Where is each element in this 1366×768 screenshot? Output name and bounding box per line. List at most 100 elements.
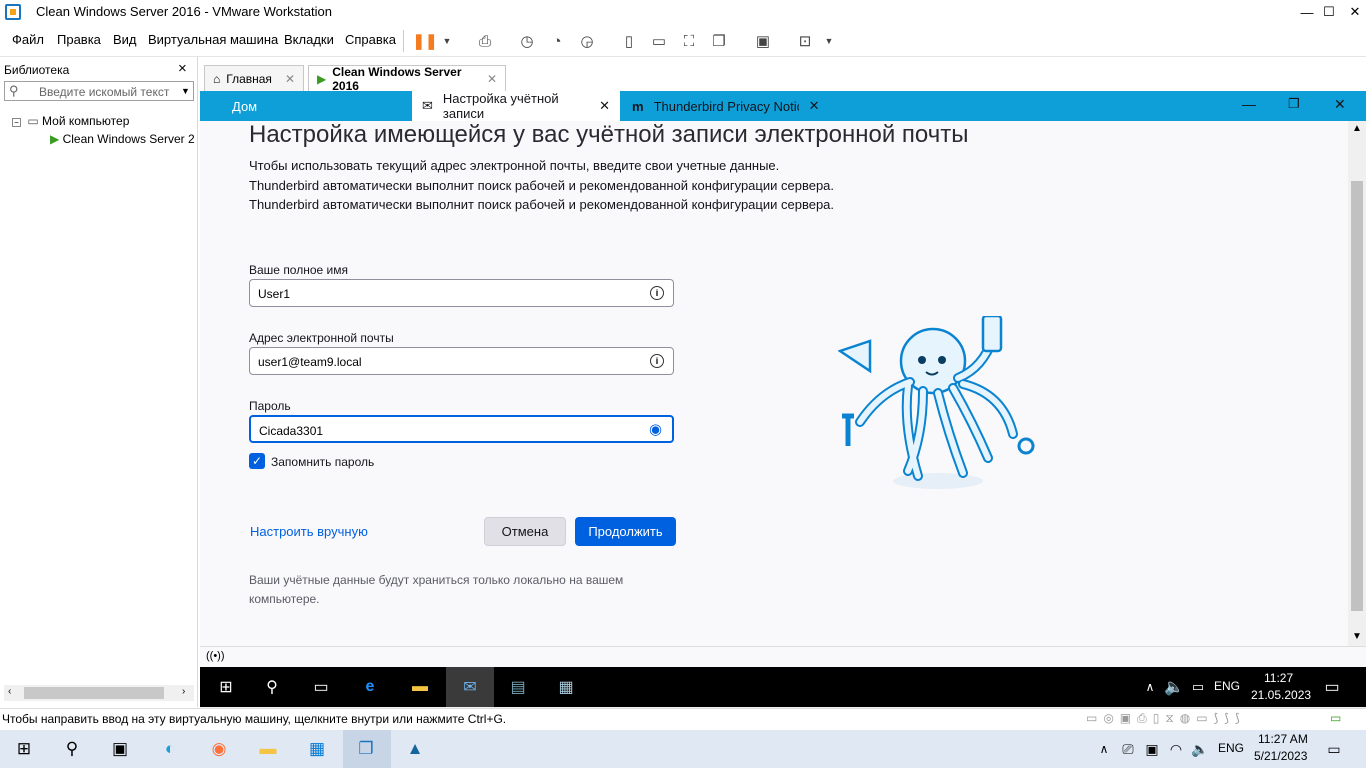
- chevron-down-icon[interactable]: ▼: [818, 30, 840, 52]
- scroll-thumb[interactable]: [24, 687, 164, 699]
- stretch-icon[interactable]: ⊡: [794, 30, 816, 52]
- email-field[interactable]: user1@team9.local i: [249, 347, 674, 375]
- scroll-left-icon[interactable]: ‹: [8, 686, 11, 697]
- firefox-icon[interactable]: ◉: [207, 737, 231, 761]
- guest-lang[interactable]: ENG: [1214, 679, 1240, 693]
- chevron-up-icon[interactable]: ∧: [1092, 737, 1116, 761]
- name-field[interactable]: User1 i: [249, 279, 674, 307]
- device-icons[interactable]: ▭◎▣⎙▯⧖◍▭⟆⟆⟆: [1086, 711, 1246, 726]
- photos-icon[interactable]: ▲: [403, 737, 427, 761]
- minimize-button[interactable]: —: [1242, 96, 1256, 112]
- scroll-thumb[interactable]: [1351, 181, 1363, 611]
- revert-snapshot-icon[interactable]: ◔: [546, 30, 568, 52]
- tree-vm-item[interactable]: ▶ Clean Windows Server 2: [50, 132, 195, 146]
- server-manager-icon[interactable]: ▤: [506, 675, 530, 699]
- continue-button[interactable]: Продолжить: [575, 517, 676, 546]
- explorer-icon[interactable]: ▬: [256, 737, 280, 761]
- menu-help[interactable]: Справка: [345, 32, 396, 47]
- task-view-icon[interactable]: ▭: [309, 675, 333, 699]
- host-date[interactable]: 5/21/2023: [1254, 749, 1307, 763]
- tab-account-setup[interactable]: ✉ Настройка учётной записи ✕: [412, 91, 620, 121]
- scroll-right-icon[interactable]: ›: [182, 686, 185, 697]
- name-label: Ваше полное имя: [249, 263, 348, 277]
- store-icon[interactable]: ▦: [305, 737, 329, 761]
- volume-icon[interactable]: 🔈: [1188, 737, 1212, 761]
- title-bar: Clean Windows Server 2016 - VMware Works…: [0, 0, 1366, 24]
- close-icon[interactable]: ✕: [487, 72, 497, 86]
- volume-icon[interactable]: 🔈: [1162, 675, 1186, 699]
- restore-button[interactable]: ❐: [1288, 96, 1300, 112]
- remember-checkbox[interactable]: ✓: [249, 453, 265, 469]
- start-icon[interactable]: ⊞: [12, 737, 36, 761]
- scroll-down-icon[interactable]: ▼: [1352, 631, 1362, 642]
- device-icon[interactable]: ⎚: [1116, 737, 1140, 761]
- close-button[interactable]: ✕: [1340, 0, 1366, 24]
- send-ctrl-alt-del-icon[interactable]: ⎙: [474, 30, 496, 52]
- ie-icon[interactable]: e: [358, 675, 382, 699]
- footer-text: Ваши учётные данные будут храниться толь…: [249, 573, 624, 587]
- eye-icon[interactable]: ◉: [649, 420, 662, 438]
- menu-view[interactable]: Вид: [113, 32, 137, 47]
- tool-icon[interactable]: ▦: [554, 675, 578, 699]
- host-taskbar: ⊞ ⚲ ▣ ◐ ◉ ▬ ▦ ❐ ▲ ∧ ⎚ ▣ ◠ 🔈 ENG 11:27 AM…: [0, 730, 1366, 768]
- close-icon[interactable]: ×: [178, 60, 187, 77]
- scroll-up-icon[interactable]: ▲: [1352, 123, 1362, 134]
- menu-vm[interactable]: Виртуальная машина: [148, 32, 278, 47]
- manual-config-link[interactable]: Настроить вручную: [250, 524, 368, 539]
- tab-home[interactable]: ⌂ Главная ✕: [204, 65, 304, 91]
- search-icon[interactable]: ⚲: [260, 675, 284, 699]
- menu-edit[interactable]: Правка: [57, 32, 101, 47]
- host-time[interactable]: 11:27 AM: [1258, 732, 1308, 746]
- close-icon[interactable]: ✕: [285, 72, 295, 86]
- menu-file[interactable]: Файл: [12, 32, 44, 47]
- vmware-status-bar: Чтобы направить ввод на эту виртуальную …: [0, 708, 1366, 730]
- chevron-down-icon[interactable]: ▼: [436, 30, 458, 52]
- message-icon[interactable]: ▭: [1330, 711, 1341, 725]
- cancel-button[interactable]: Отмена: [484, 517, 566, 546]
- search-icon[interactable]: ⚲: [60, 737, 84, 761]
- tree-root[interactable]: − ▭ Мой компьютер: [12, 114, 129, 128]
- snapshot-manager-icon[interactable]: ◶: [576, 30, 598, 52]
- task-view-icon[interactable]: ▣: [108, 737, 132, 761]
- guest-screen[interactable]: Дом ✉ Настройка учётной записи ✕ m Thund…: [200, 91, 1366, 708]
- vmware-icon[interactable]: ❐: [354, 737, 378, 761]
- notifications-icon[interactable]: ▭: [1320, 675, 1344, 699]
- fullscreen-icon[interactable]: ⛶: [678, 30, 700, 52]
- close-icon[interactable]: ✕: [599, 98, 610, 114]
- chevron-up-icon[interactable]: ∧: [1138, 675, 1162, 699]
- network-icon[interactable]: ▭: [1186, 675, 1210, 699]
- close-icon[interactable]: ✕: [809, 98, 820, 114]
- library-search-input[interactable]: ⚲ Введите искомый текст ▼: [4, 81, 194, 101]
- unity-icon[interactable]: ❐: [708, 30, 730, 52]
- tab-home-thunderbird[interactable]: Дом: [222, 91, 267, 121]
- pause-icon[interactable]: ❚❚: [412, 30, 437, 52]
- thunderbird-icon[interactable]: ✉: [458, 675, 482, 699]
- info-icon[interactable]: i: [650, 286, 664, 300]
- search-placeholder: Введите искомый текст: [39, 85, 170, 99]
- collapse-icon[interactable]: −: [12, 118, 21, 127]
- info-icon[interactable]: i: [650, 354, 664, 368]
- tab-privacy-notice[interactable]: m Thunderbird Privacy Notice ✕: [622, 91, 832, 121]
- tab-vm[interactable]: ▶ Clean Windows Server 2016 ✕: [308, 65, 506, 93]
- guest-time[interactable]: 11:27: [1264, 671, 1293, 685]
- explorer-icon[interactable]: ▬: [408, 675, 432, 699]
- host-lang[interactable]: ENG: [1218, 741, 1244, 755]
- start-icon[interactable]: ⊞: [214, 675, 238, 699]
- chevron-down-icon[interactable]: ▼: [181, 86, 190, 96]
- thumbnail-icon[interactable]: ▭: [648, 30, 670, 52]
- menu-tabs[interactable]: Вкладки: [284, 32, 334, 47]
- snapshot-icon[interactable]: ◷: [516, 30, 538, 52]
- console-icon[interactable]: ▣: [752, 30, 774, 52]
- close-button[interactable]: ✕: [1334, 96, 1346, 113]
- guest-date[interactable]: 21.05.2023: [1251, 688, 1311, 702]
- show-library-icon[interactable]: ▯: [618, 30, 640, 52]
- page-scrollbar[interactable]: ▲ ▼: [1348, 121, 1366, 646]
- usb-icon[interactable]: ▣: [1140, 737, 1164, 761]
- notifications-icon[interactable]: ▭: [1322, 737, 1346, 761]
- library-title: Библиотека: [4, 63, 70, 77]
- wifi-icon[interactable]: ◠: [1164, 737, 1188, 761]
- edge-icon[interactable]: ◐: [158, 737, 182, 761]
- password-field[interactable]: Cicada3301 ◉: [249, 415, 674, 443]
- activity-icon[interactable]: ((•)): [206, 650, 225, 662]
- library-scrollbar[interactable]: ‹ ›: [4, 685, 194, 701]
